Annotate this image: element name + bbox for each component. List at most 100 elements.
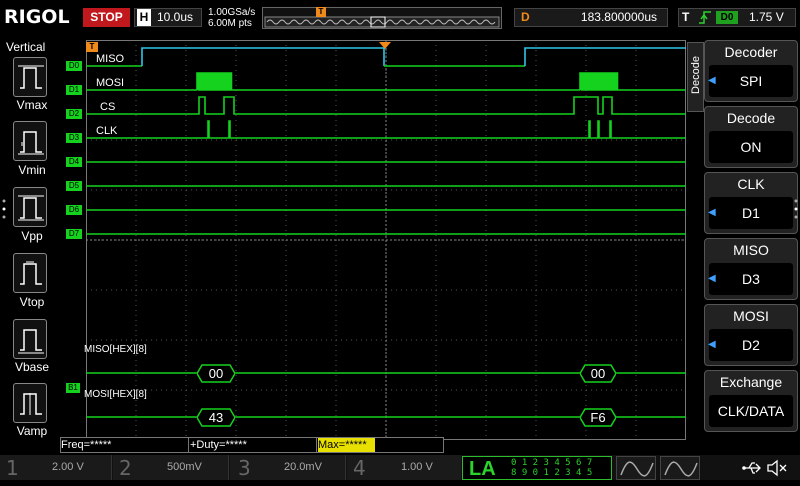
d1-clock-burst — [579, 72, 619, 91]
trigger-source: D0 — [716, 11, 738, 24]
ch3-status[interactable]: 3 20.0mV — [230, 455, 346, 480]
ch2-scale: 500mV — [167, 461, 202, 473]
channel-label-mosi: MOSI — [96, 77, 125, 89]
exchange-value: CLK/DATA — [709, 395, 793, 427]
channel-tag-d4[interactable]: D4 — [66, 157, 82, 167]
miso-decode-value: 00 — [580, 364, 616, 383]
miso-byte-2: 00 — [590, 366, 606, 381]
usb-icon — [742, 460, 762, 476]
trigger-position-marker: T — [86, 42, 98, 52]
d1-clock-burst — [196, 72, 233, 91]
vtop-icon — [20, 261, 42, 285]
vpp-button[interactable] — [13, 187, 47, 227]
d0-trace-high — [141, 47, 385, 66]
ch1-scale: 2.00 V — [52, 461, 84, 473]
decode-tab-label: Decode — [690, 56, 702, 94]
vmin-icon — [18, 131, 44, 155]
max-measurement: Max=***** — [318, 438, 375, 452]
delay-value: 183.800000us — [580, 10, 657, 24]
ch4-status[interactable]: 4 1.00 V — [347, 455, 461, 480]
channel-tag-d0[interactable]: D0 — [66, 61, 82, 71]
trigger-label: T — [682, 10, 690, 24]
vmax-label: Vmax — [16, 98, 48, 112]
vmin-label: Vmin — [18, 163, 46, 177]
vmax-button[interactable] — [13, 57, 47, 97]
vamp-label: Vamp — [16, 424, 48, 438]
channel-label-miso: MISO — [96, 53, 125, 65]
vbase-button[interactable] — [13, 319, 47, 359]
miso-byte-1: 00 — [208, 366, 224, 381]
vertical-menu-title: Vertical — [6, 40, 46, 54]
speaker-mute-icon[interactable] — [766, 459, 788, 477]
mosi-source-softkey[interactable]: MOSI D2 ◀ — [704, 304, 798, 366]
timebase-label: H — [137, 9, 151, 26]
timebase-box[interactable]: H 10.0us — [134, 8, 202, 27]
vmin-button[interactable] — [13, 121, 47, 161]
decode-value: ON — [709, 131, 793, 163]
top-trigger-arrow-icon — [379, 36, 391, 49]
ch1-number: 1 — [6, 456, 19, 480]
mosi-decode-value: F6 — [580, 408, 616, 427]
channel-tag-d5[interactable]: D5 — [66, 181, 82, 191]
ch3-number: 3 — [238, 456, 251, 480]
vamp-button[interactable] — [13, 383, 47, 423]
channel-label-clk: CLK — [96, 125, 118, 137]
exchange-title: Exchange — [719, 374, 783, 390]
sample-rate: 1.00GSa/s — [208, 7, 256, 18]
ch2-status[interactable]: 2 500mV — [113, 455, 229, 480]
decoder-title: Decoder — [724, 44, 778, 60]
miso-decode-label: MISO[HEX][8] — [84, 344, 147, 355]
measurement-bar: Freq=***** +Duty=***** Max=***** — [60, 437, 444, 453]
freq-measurement: Freq=***** — [61, 439, 112, 451]
logic-analyzer-status[interactable]: LA 0 1 2 3 4 5 6 7 8 9 0 1 2 3 4 5 — [462, 456, 612, 480]
channel-tag-d3[interactable]: D3 — [66, 133, 82, 143]
vtop-label: Vtop — [19, 295, 45, 309]
channel-label-cs: CS — [100, 101, 116, 113]
delay-box[interactable]: D 183.800000us — [514, 8, 668, 27]
channel-tag-d7[interactable]: D7 — [66, 229, 82, 239]
memory-overview-strip: T — [262, 7, 502, 29]
clk-source-softkey[interactable]: CLK D1 ◀ — [704, 172, 798, 234]
page-indicator-left-icon — [2, 198, 6, 228]
miso-decode-value: 00 — [197, 364, 235, 383]
select-arrow-icon: ◀ — [708, 75, 716, 86]
select-arrow-icon: ◀ — [708, 339, 716, 350]
select-arrow-icon: ◀ — [708, 273, 716, 284]
channel-tag-d2[interactable]: D2 — [66, 109, 82, 119]
miso-source-softkey[interactable]: MISO D3 ◀ — [704, 238, 798, 300]
miso-value: D3 — [709, 263, 793, 295]
channel-tag-d6[interactable]: D6 — [66, 205, 82, 215]
run-stop-status[interactable]: STOP — [83, 8, 130, 27]
decode-title: Decode — [726, 110, 776, 126]
top-status-bar: RIGOL STOP H 10.0us 1.00GSa/s 6.00M pts … — [0, 0, 800, 36]
decode-onoff-softkey[interactable]: Decode ON — [704, 106, 798, 168]
ch4-scale: 1.00 V — [401, 461, 433, 473]
la-channels-row1: 0 1 2 3 4 5 6 7 — [511, 458, 593, 468]
math-wave-icon[interactable] — [616, 456, 656, 480]
ref-wave-icon[interactable] — [660, 456, 700, 480]
vpp-icon — [18, 195, 44, 221]
rising-edge-icon — [698, 10, 712, 25]
vtop-button[interactable] — [13, 253, 47, 293]
vbase-label: Vbase — [14, 360, 50, 374]
miso-title: MISO — [733, 242, 769, 258]
mosi-decode-label: MOSI[HEX][8] — [84, 389, 147, 400]
vbase-icon — [18, 329, 44, 354]
page-indicator-right-icon — [794, 198, 798, 228]
bus-marker: B1 — [66, 383, 80, 393]
decode-menu-tab[interactable]: Decode — [687, 42, 704, 112]
clk-value: D1 — [709, 197, 793, 229]
channel-tag-d1[interactable]: D1 — [66, 85, 82, 95]
decoder-type-softkey[interactable]: Decoder SPI ◀ — [704, 40, 798, 102]
exchange-softkey[interactable]: Exchange CLK/DATA — [704, 370, 798, 432]
d0-trace-high — [524, 47, 686, 66]
ch3-scale: 20.0mV — [284, 461, 322, 473]
duty-measurement: +Duty=***** — [190, 439, 247, 451]
mosi-title: MOSI — [733, 308, 769, 324]
timebase-value: 10.0us — [157, 10, 194, 24]
mosi-decode-value: 43 — [197, 408, 235, 427]
rigol-logo: RIGOL — [4, 6, 70, 28]
vpp-label: Vpp — [21, 229, 43, 243]
ch1-status[interactable]: 1 2.00 V — [0, 455, 112, 480]
trigger-box[interactable]: T D0 1.75 V — [678, 8, 796, 27]
